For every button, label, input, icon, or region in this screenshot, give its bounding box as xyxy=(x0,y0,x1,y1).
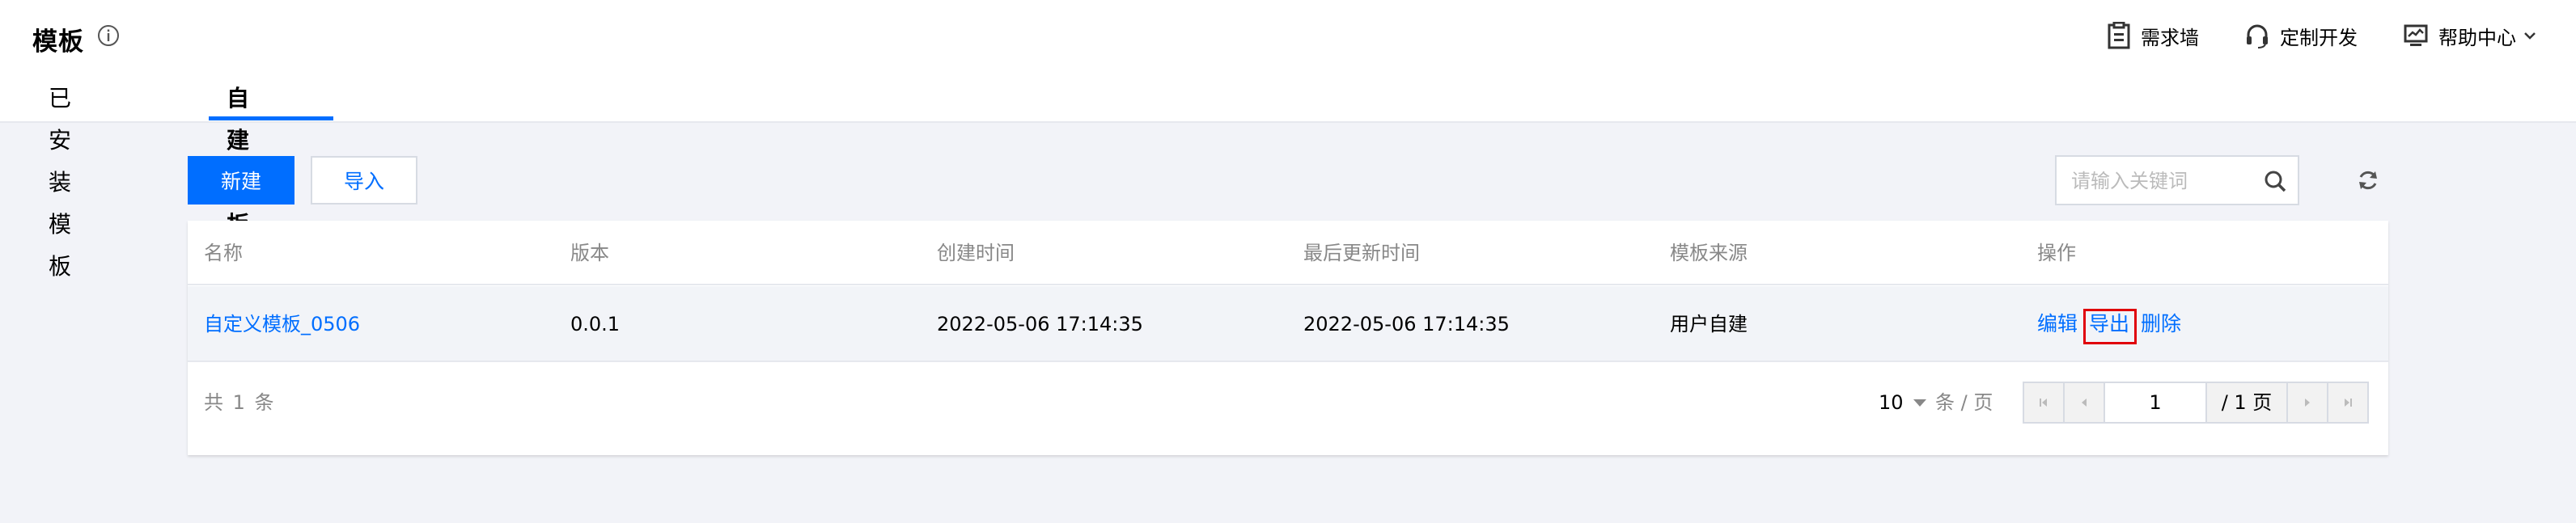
total-pages-label: / 1 页 xyxy=(2207,383,2286,422)
monitor-icon xyxy=(2404,24,2428,46)
first-page-button[interactable] xyxy=(2024,383,2065,422)
table-row: 自定义模板_0506 0.0.1 2022-05-06 17:14:35 202… xyxy=(188,286,2388,362)
new-button[interactable]: 新建 xyxy=(188,156,294,205)
import-button[interactable]: 导入 xyxy=(311,156,417,205)
page-number-input[interactable] xyxy=(2105,383,2207,422)
search-box xyxy=(2055,155,2299,205)
chevron-down-icon xyxy=(2524,32,2536,40)
last-page-button[interactable] xyxy=(2327,383,2367,422)
last-page-icon xyxy=(2345,399,2352,407)
caret-down-icon xyxy=(1913,399,1926,407)
template-source: 用户自建 xyxy=(1670,313,1748,335)
templates-table: 名称 版本 创建时间 最后更新时间 模板来源 操作 自定义模板_0506 0.0… xyxy=(188,221,2388,455)
nav-label: 帮助中心 xyxy=(2438,26,2516,49)
delete-link[interactable]: 删除 xyxy=(2141,286,2181,362)
template-created-time: 2022-05-06 17:14:35 xyxy=(937,313,1143,335)
page-size-value: 10 xyxy=(1879,391,1904,414)
column-header-actions: 操作 xyxy=(2037,242,2076,264)
edit-link[interactable]: 编辑 xyxy=(2037,286,2078,362)
page-title: 模板 xyxy=(32,27,84,57)
clipboard-icon xyxy=(2108,22,2130,49)
active-tab-indicator xyxy=(209,116,333,120)
column-header-name: 名称 xyxy=(204,242,243,264)
table-header: 名称 版本 创建时间 最后更新时间 模板来源 操作 xyxy=(188,221,2388,285)
template-updated-time: 2022-05-06 17:14:35 xyxy=(1303,313,1510,335)
pager: / 1 页 xyxy=(2023,382,2369,424)
column-header-version: 版本 xyxy=(570,242,609,264)
search-input[interactable] xyxy=(2071,165,2265,197)
search-icon[interactable] xyxy=(2264,170,2286,192)
per-page-label: 条 / 页 xyxy=(1935,391,1993,414)
nav-label: 定制开发 xyxy=(2280,26,2358,49)
headset-icon xyxy=(2247,24,2268,49)
column-header-created: 创建时间 xyxy=(937,242,1015,264)
nav-label: 需求墙 xyxy=(2141,26,2199,49)
template-version: 0.0.1 xyxy=(570,313,621,335)
prev-page-icon xyxy=(2082,399,2087,407)
nav-help-center[interactable]: 帮助中心 xyxy=(2403,18,2537,53)
next-page-button[interactable] xyxy=(2286,383,2327,422)
export-highlight-box xyxy=(2083,309,2137,344)
table-footer: 共 1 条 10 条 / 页 / 1 页 xyxy=(188,364,2388,455)
nav-requirement-wall[interactable]: 需求墙 xyxy=(2107,18,2199,53)
page-header: 模板 需求墙 定制开发 帮助中心 已安装模板 自建 xyxy=(0,0,2576,280)
info-icon[interactable] xyxy=(97,24,120,47)
total-count: 共 1 条 xyxy=(204,391,276,414)
column-header-source: 模板来源 xyxy=(1670,242,1748,264)
template-name-link[interactable]: 自定义模板_0506 xyxy=(204,286,360,362)
column-header-updated: 最后更新时间 xyxy=(1303,242,1420,264)
prev-page-button[interactable] xyxy=(2065,383,2105,422)
nav-custom-dev[interactable]: 定制开发 xyxy=(2244,18,2358,53)
first-page-icon xyxy=(2040,399,2047,407)
refresh-icon[interactable] xyxy=(2356,168,2380,192)
next-page-icon xyxy=(2305,399,2310,407)
tab-installed-templates[interactable]: 已安装模板 xyxy=(49,78,71,280)
page-size-select[interactable]: 10 xyxy=(1879,364,1926,441)
